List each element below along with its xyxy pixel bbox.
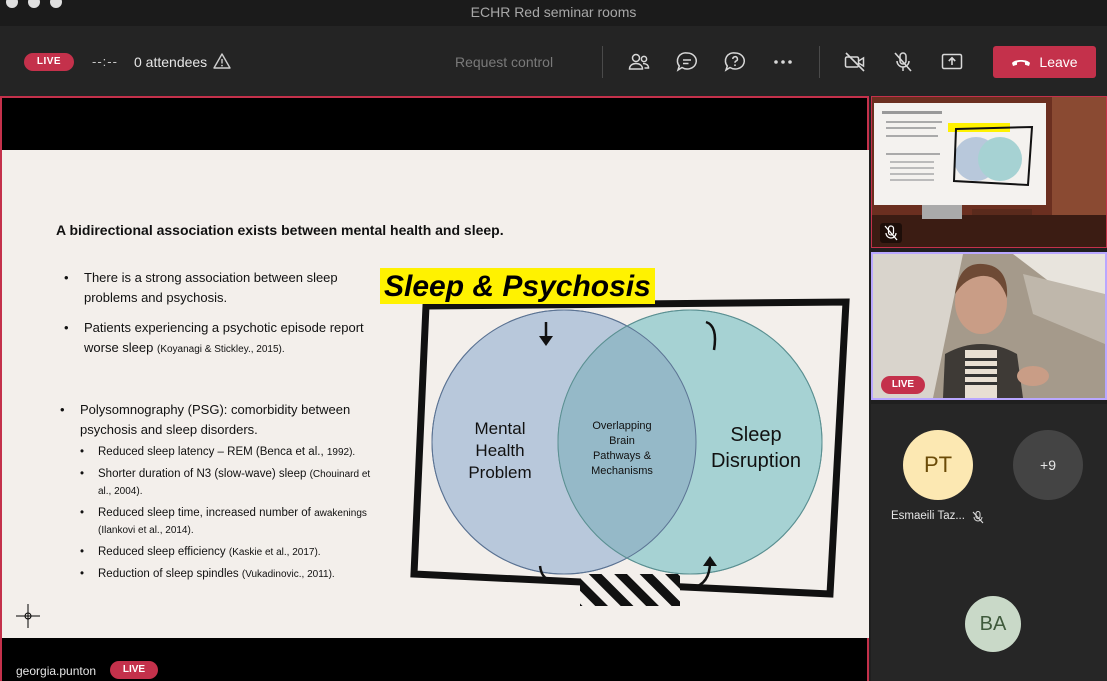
left-label-1: Mental [474, 419, 525, 438]
bullet-citation: (Koyanagi & Stickley., 2015). [157, 344, 285, 355]
chat-icon[interactable] [675, 50, 699, 74]
window-title: ECHR Red seminar rooms [470, 4, 637, 20]
sub-bullet-text: Reduced sleep time, increased number of [98, 507, 311, 519]
sub-bullet-citation: (Kaskie et al., 2017). [228, 547, 321, 558]
meeting-toolbar: LIVE --:-- 0 attendees Request control L… [0, 26, 1107, 96]
qa-icon[interactable] [723, 50, 747, 74]
sub-bullet-item: Reduced sleep time, increased number of … [62, 505, 382, 539]
share-screen-icon[interactable] [940, 50, 964, 74]
sub-bullet-text: Shorter duration of N3 (slow-wave) sleep [98, 468, 307, 480]
slide-bullets: There is a strong association between sl… [60, 268, 382, 588]
attendee-count: 0 attendees [134, 54, 208, 70]
bullet-text: There is a strong association between sl… [84, 270, 338, 305]
presenter-name: georgia.punton [16, 664, 97, 678]
request-control-button[interactable]: Request control [455, 54, 553, 70]
leave-button[interactable]: Leave [993, 46, 1096, 78]
more-participants-button[interactable]: +9 [1013, 430, 1083, 500]
participant-avatars: PT +9 Esmaeili Taz... BA [871, 404, 1107, 681]
left-label-3: Problem [468, 463, 531, 482]
middle-label-3: Pathways & [593, 450, 652, 462]
people-icon[interactable] [627, 50, 651, 74]
leave-label: Leave [1039, 54, 1078, 70]
venn-diagram: Mental Health Problem Overlapping Brain … [410, 298, 850, 606]
muted-mic-icon [880, 223, 902, 243]
sub-bullet-text: Reduced sleep efficiency [98, 546, 226, 558]
diagram-title: Sleep & Psychosis [380, 268, 655, 304]
presenter-live-badge: LIVE [110, 661, 158, 679]
shared-content-stage: A bidirectional association exists betwe… [0, 96, 869, 681]
middle-label-1: Overlapping [592, 420, 651, 432]
right-label-2: Disruption [711, 450, 801, 472]
sub-bullet-text: Reduced sleep latency – REM (Benca et al… [98, 446, 324, 458]
participant-name: Esmaeili Taz... [891, 510, 965, 522]
meeting-timer: --:-- [92, 54, 118, 69]
camera-off-icon[interactable] [843, 50, 867, 74]
toolbar-divider [602, 46, 603, 78]
middle-label-4: Mechanisms [591, 465, 653, 477]
sub-bullet-citation: 1992). [326, 447, 356, 458]
avatar[interactable]: PT [903, 430, 973, 500]
bullet-text: Polysomnography (PSG): comorbidity betwe… [80, 402, 351, 437]
sub-bullet-item: Reduction of sleep spindles (Vukadinovic… [62, 566, 382, 583]
live-badge: LIVE [24, 53, 74, 71]
presentation-slide: A bidirectional association exists betwe… [2, 150, 869, 638]
mic-off-icon[interactable] [891, 50, 915, 74]
bullet-item: Polysomnography (PSG): comorbidity betwe… [58, 400, 382, 440]
phone-hangup-icon [1012, 60, 1031, 66]
sub-bullet-text: Reduction of sleep spindles [98, 568, 239, 580]
tile-live-badge: LIVE [881, 376, 925, 394]
left-label-2: Health [475, 441, 524, 460]
more-icon[interactable] [771, 50, 795, 74]
right-label-1: Sleep [730, 424, 781, 446]
middle-label-2: Brain [609, 435, 635, 447]
sub-bullet-item: Shorter duration of N3 (slow-wave) sleep… [62, 466, 382, 500]
sub-bullet-item: Reduced sleep latency – REM (Benca et al… [62, 444, 382, 461]
room-video-tile[interactable] [871, 96, 1107, 248]
slide-heading: A bidirectional association exists betwe… [56, 222, 504, 238]
crosshair-cursor-icon [16, 604, 40, 628]
sub-bullet-citation: (Vukadinovic., 2011). [241, 569, 335, 580]
sub-bullet-item: Reduced sleep efficiency (Kaskie et al.,… [62, 544, 382, 561]
muted-mic-icon [972, 511, 984, 524]
speaker-video-tile[interactable]: LIVE [871, 252, 1107, 400]
toolbar-divider [819, 46, 820, 78]
striped-tape [580, 574, 680, 606]
bullet-item: There is a strong association between sl… [62, 268, 382, 308]
warning-icon[interactable] [213, 52, 231, 70]
room-video-feed [872, 97, 1106, 247]
avatar[interactable]: BA [965, 596, 1021, 652]
bullet-item: Patients experiencing a psychotic episod… [62, 318, 382, 360]
title-bar: ECHR Red seminar rooms [0, 0, 1107, 26]
